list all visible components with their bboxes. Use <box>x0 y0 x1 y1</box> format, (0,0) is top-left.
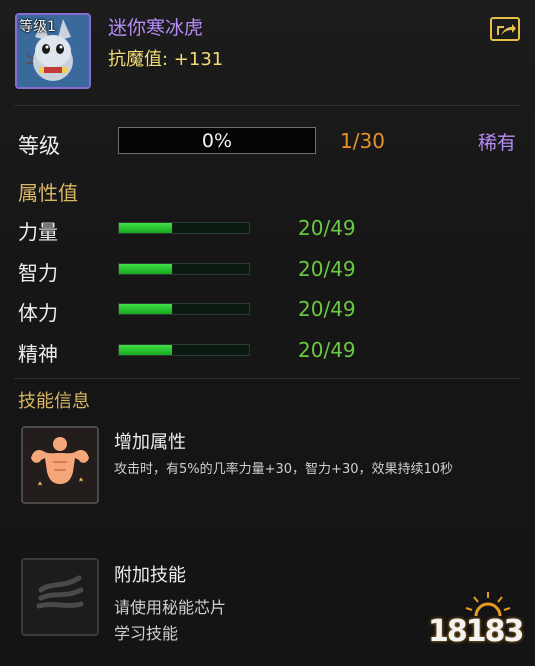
stat-bar-fill <box>119 264 173 274</box>
stat-label-stamina: 体力 <box>18 301 58 325</box>
stat-bar-strength <box>118 222 250 234</box>
stat-label-spirit: 精神 <box>18 342 58 366</box>
skill-desc-1: 攻击时，有5%的几率力量+30，智力+30，效果持续10秒 <box>114 462 454 477</box>
header-divider <box>14 105 521 106</box>
watermark-text: 18183 <box>428 614 524 649</box>
watermark-logo: 18183 <box>428 592 524 656</box>
level-count: 1/30 <box>340 129 385 153</box>
skill-slot-1[interactable] <box>21 426 99 504</box>
stat-value-stamina: 20/49 <box>298 297 356 321</box>
attributes-title: 属性值 <box>18 181 78 205</box>
stat-bar-intelligence <box>118 263 250 275</box>
pet-name: 迷你寒冰虎 <box>108 17 204 39</box>
avatar-level-label: 等级1 <box>19 19 56 35</box>
stat-value-spirit: 20/49 <box>298 338 356 362</box>
stat-label-strength: 力量 <box>18 220 58 244</box>
stat-bar-spirit <box>118 344 250 356</box>
share-arrow-icon <box>497 24 516 35</box>
level-progress-bar: 0% <box>118 127 316 154</box>
stat-label-intelligence: 智力 <box>18 261 58 285</box>
stat-bar-fill <box>119 223 173 233</box>
attributes-divider <box>14 378 521 379</box>
skill-desc-2-line-1: 请使用秘能芯片 <box>114 598 227 617</box>
stat-value-strength: 20/49 <box>298 216 356 240</box>
pet-info-panel: 等级1 迷你寒冰虎 抗魔值: +131 等级 0% 1/30 稀有 属性值 力量… <box>0 0 535 666</box>
locked-skill-icon <box>23 560 97 634</box>
skill-name-2: 附加技能 <box>114 565 186 586</box>
stat-value-intelligence: 20/49 <box>298 257 356 281</box>
stat-bar-fill <box>119 304 173 314</box>
level-progress-text: 0% <box>201 130 233 152</box>
stat-bar-fill <box>119 345 173 355</box>
skill-desc-2-line-2: 学习技能 <box>114 624 179 643</box>
share-button[interactable] <box>490 17 520 41</box>
resist-value: 抗魔值: +131 <box>108 49 224 70</box>
skill-slot-2[interactable] <box>21 558 99 636</box>
level-label: 等级 <box>18 134 60 158</box>
skills-title: 技能信息 <box>18 391 90 412</box>
skill-name-1: 增加属性 <box>114 432 186 453</box>
pet-avatar[interactable]: 等级1 <box>15 13 91 89</box>
muscle-icon <box>23 428 97 502</box>
rarity-label: 稀有 <box>478 132 517 154</box>
stat-bar-stamina <box>118 303 250 315</box>
